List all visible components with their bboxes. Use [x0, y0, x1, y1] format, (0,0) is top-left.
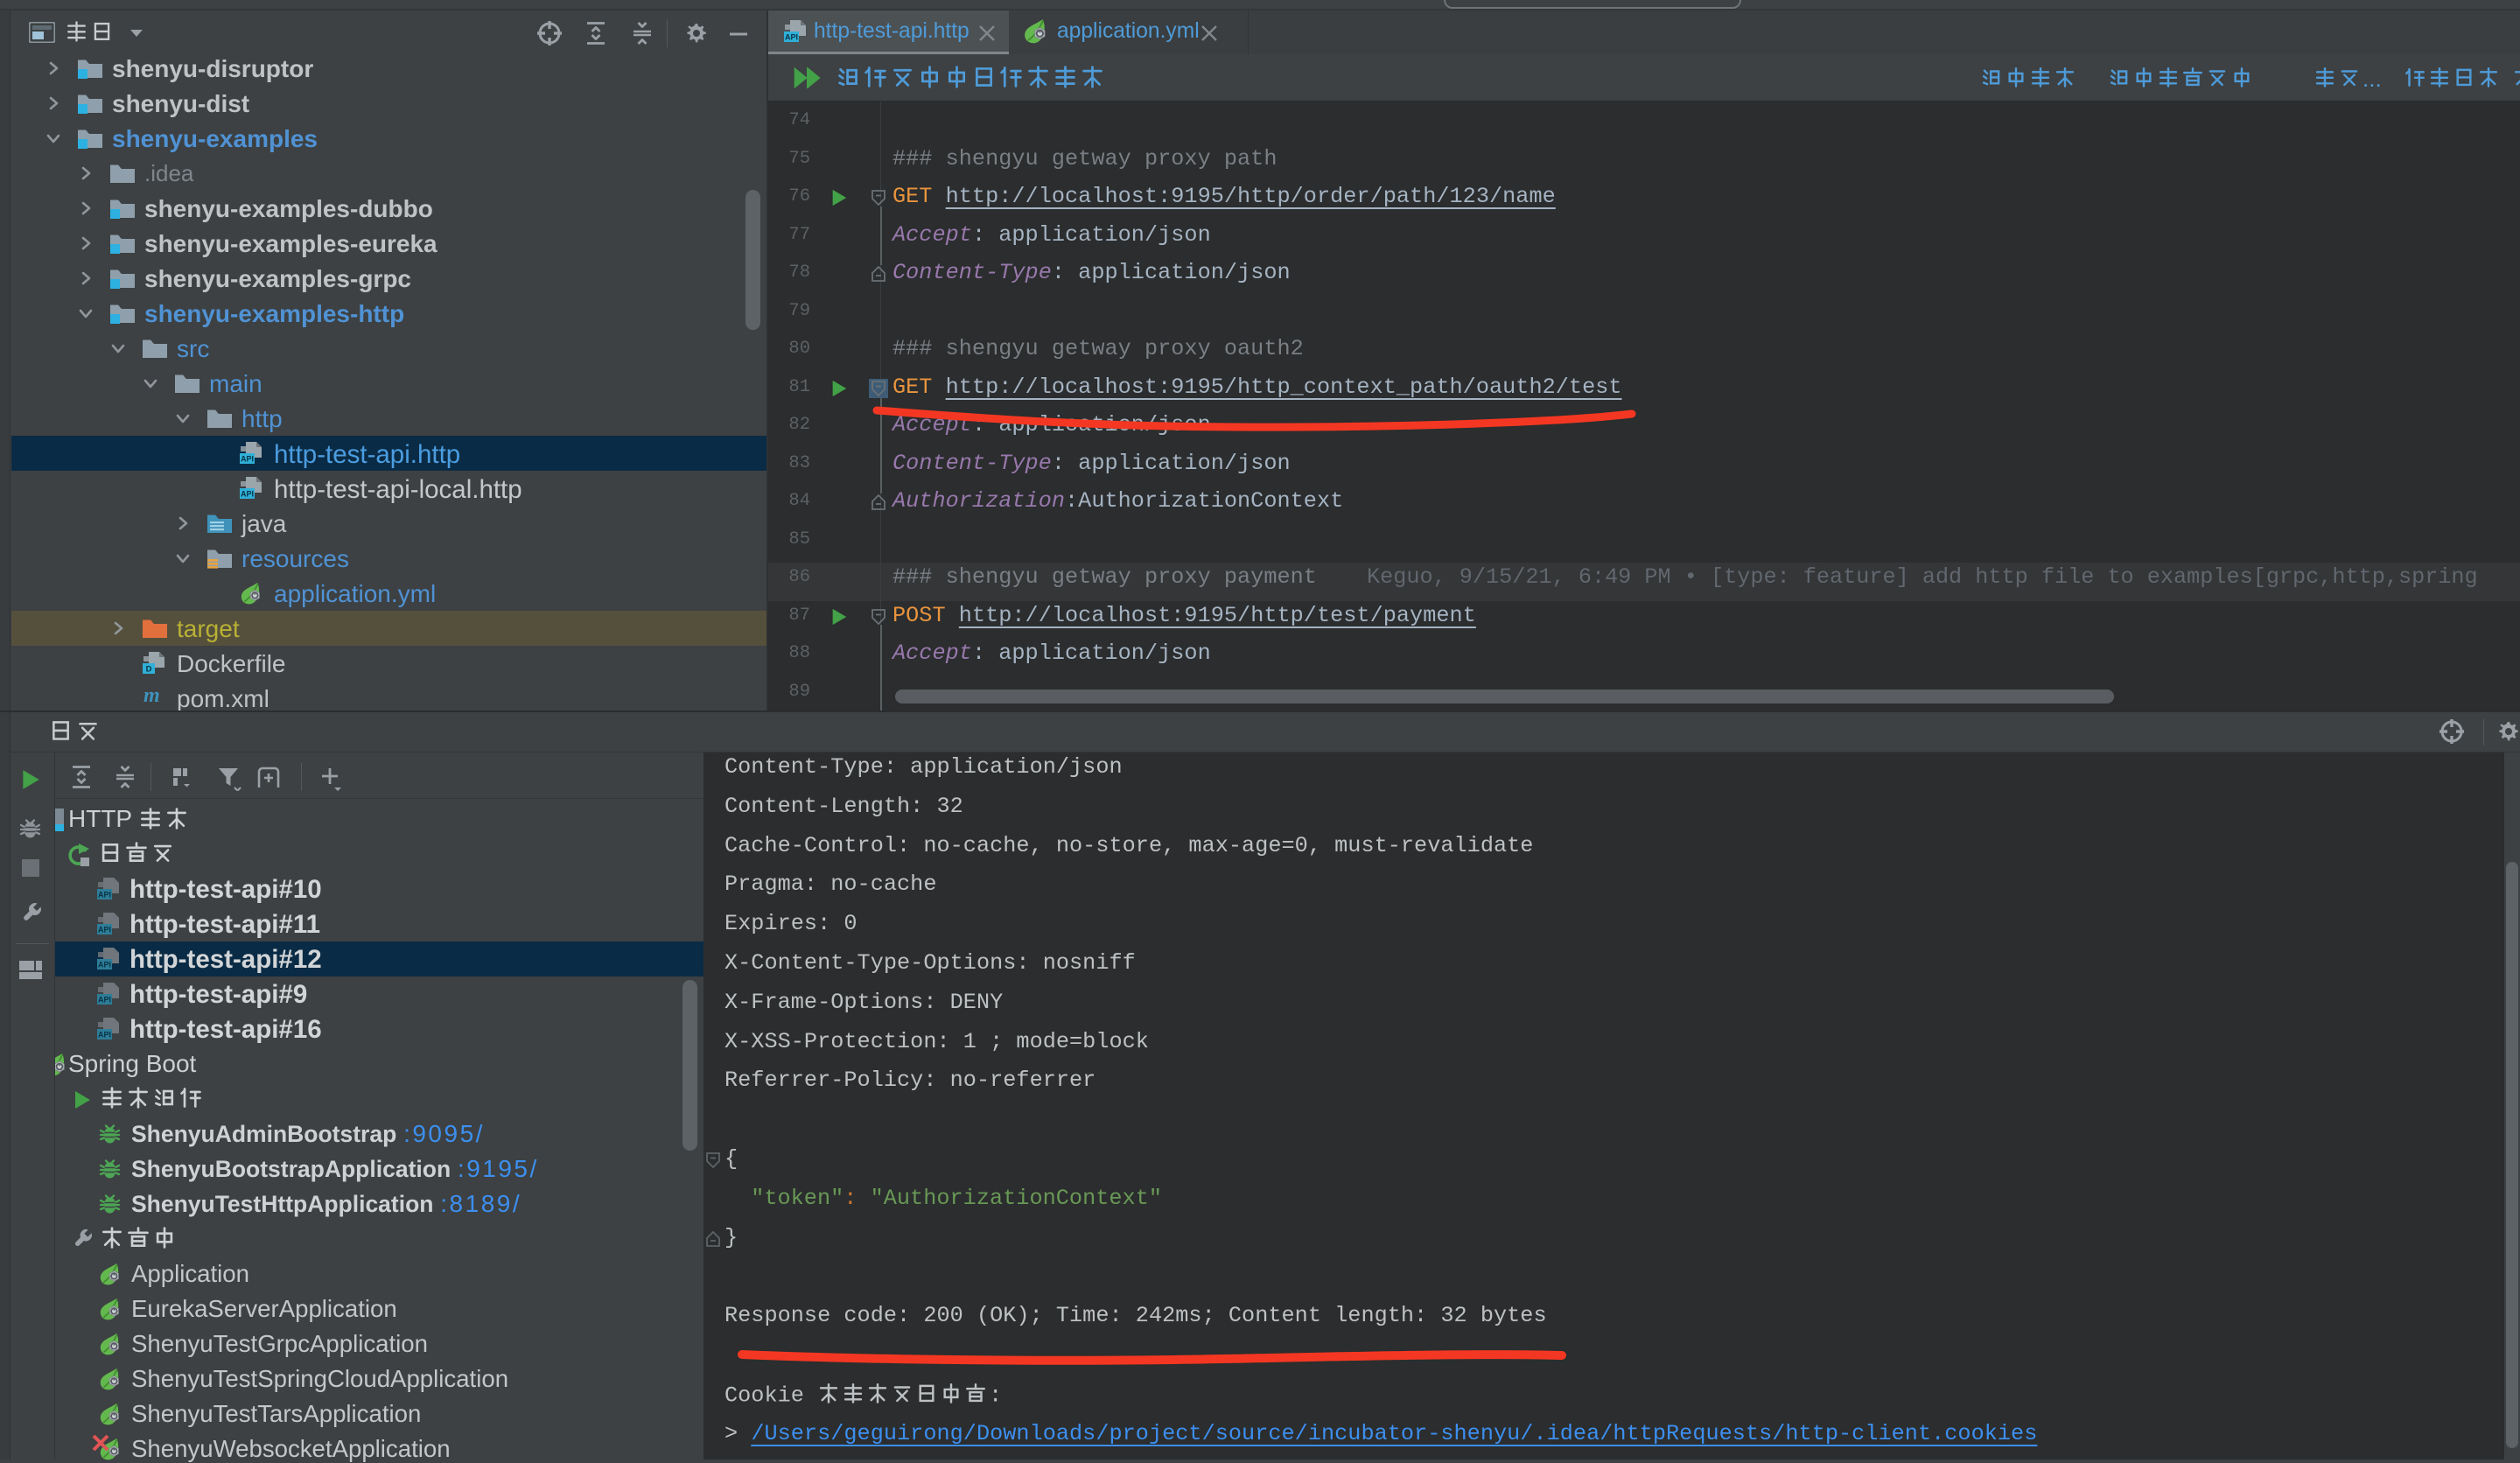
svg-text:API: API: [98, 961, 111, 970]
svg-text:m: m: [144, 684, 160, 707]
svg-text:D: D: [146, 665, 152, 675]
svg-text:API: API: [241, 490, 254, 499]
svg-text:API: API: [98, 891, 111, 900]
svg-text:API: API: [98, 1031, 111, 1040]
svg-text:API: API: [241, 455, 254, 464]
svg-text:API: API: [98, 926, 111, 934]
svg-text:API: API: [98, 996, 111, 1004]
svg-text:API: API: [785, 33, 798, 42]
